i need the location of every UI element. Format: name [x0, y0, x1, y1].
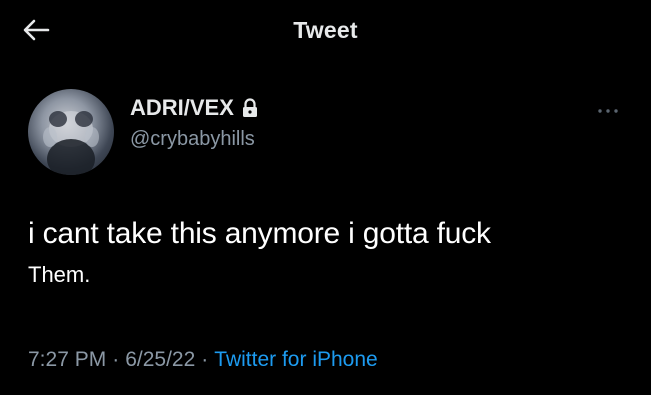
more-dots-icon [596, 101, 620, 119]
lock-icon [241, 98, 259, 118]
tweet-metadata: 7:27 PM · 6/25/22 · Twitter for iPhone [28, 348, 378, 372]
tweet-date[interactable]: 6/25/22 [125, 348, 195, 371]
display-name-row: ADRI/VEX [130, 94, 259, 122]
tweet-text: i cant take this anymore i gotta fuck Th… [28, 214, 628, 290]
tweet: ADRI/VEX @crybabyhills i cant take this … [0, 64, 651, 395]
tweet-text-line: Them. [28, 262, 91, 287]
more-options-button[interactable] [593, 100, 623, 120]
display-name[interactable]: ADRI/VEX [130, 95, 234, 121]
tweet-time[interactable]: 7:27 PM [28, 348, 106, 371]
avatar[interactable] [28, 89, 114, 175]
separator: · [201, 348, 209, 371]
top-bar: Tweet [0, 0, 651, 64]
separator: · [112, 348, 120, 371]
tweet-text-line: i cant take this anymore i gotta fuck [28, 217, 491, 250]
page-title: Tweet [293, 17, 358, 43]
user-handle[interactable]: @crybabyhills [130, 128, 259, 151]
author-info: ADRI/VEX @crybabyhills [130, 94, 259, 151]
tweet-source-link[interactable]: Twitter for iPhone [214, 348, 377, 371]
